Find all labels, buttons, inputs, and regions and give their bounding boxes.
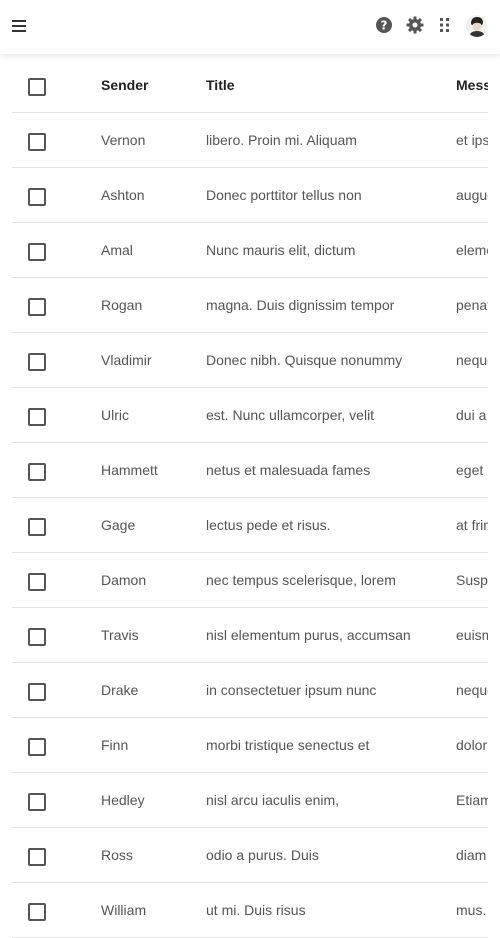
top-app-bar: ? xyxy=(0,0,500,54)
table-row[interactable]: Ross odio a purus. Duis diam xyxy=(12,828,488,883)
row-checkbox[interactable] xyxy=(28,573,46,591)
table-row[interactable]: Travis nisl elementum purus, accumsan euis… xyxy=(12,608,488,663)
table-row[interactable]: Hammett netus et malesuada fames eget xyxy=(12,443,488,498)
title-cell: lectus pede et risus. xyxy=(206,517,331,533)
column-header-sender[interactable]: Sender xyxy=(101,58,201,113)
svg-text:?: ? xyxy=(381,19,388,33)
message-cell: neque xyxy=(456,682,488,698)
sender-cell: Ashton xyxy=(101,187,145,203)
title-cell: in consectetuer ipsum nunc xyxy=(206,682,377,698)
row-checkbox[interactable] xyxy=(28,463,46,481)
row-checkbox[interactable] xyxy=(28,683,46,701)
title-cell: netus et malesuada fames xyxy=(206,462,371,478)
table-row[interactable]: Drake in consectetuer ipsum nunc neque xyxy=(12,663,488,718)
message-cell: augue xyxy=(456,187,488,203)
title-cell: Nunc mauris elit, dictum xyxy=(206,242,356,258)
message-cell: Etiam xyxy=(456,792,488,808)
sender-cell: William xyxy=(101,902,147,918)
message-cell: dui a xyxy=(456,407,487,423)
sender-cell: Ulric xyxy=(101,407,129,423)
table-row[interactable]: Damon nec tempus scelerisque, lorem Suspen… xyxy=(12,553,488,608)
select-all-checkbox[interactable] xyxy=(28,78,46,96)
table-row[interactable]: William ut mi. Duis risus mus. xyxy=(12,883,488,938)
row-checkbox[interactable] xyxy=(28,793,46,811)
sender-cell: Drake xyxy=(101,682,139,698)
row-checkbox[interactable] xyxy=(28,848,46,866)
column-header-title[interactable]: Title xyxy=(206,58,414,113)
title-cell: odio a purus. Duis xyxy=(206,847,319,863)
title-cell: nec tempus scelerisque, lorem xyxy=(206,572,396,588)
row-checkbox[interactable] xyxy=(28,353,46,371)
row-checkbox[interactable] xyxy=(28,243,46,261)
title-cell: nisl arcu iaculis enim, xyxy=(206,792,340,808)
table-row[interactable]: Ashton Donec porttitor tellus non augue xyxy=(12,168,488,223)
message-table: Sender Title Message Vernon libero. Proin… xyxy=(12,58,488,938)
row-checkbox[interactable] xyxy=(28,133,46,151)
sender-cell: Rogan xyxy=(101,297,143,313)
table-row[interactable]: Ulric est. Nunc ullamcorper, velit dui a xyxy=(12,388,488,443)
table-row[interactable]: Hedley nisl arcu iaculis enim, Etiam xyxy=(12,773,488,828)
title-cell: magna. Duis dignissim tempor xyxy=(206,297,395,313)
sender-cell: Damon xyxy=(101,572,147,588)
sender-cell: Ross xyxy=(101,847,133,863)
message-cell: diam xyxy=(456,847,487,863)
row-checkbox[interactable] xyxy=(28,518,46,536)
row-checkbox[interactable] xyxy=(28,408,46,426)
table-row[interactable]: Vladimir Donec nibh. Quisque nonummy neque xyxy=(12,333,488,388)
message-cell: dolor xyxy=(456,737,488,753)
table-header-row: Sender Title Message xyxy=(12,58,488,113)
title-cell: Donec nibh. Quisque nonummy xyxy=(206,352,403,368)
message-cell: mus. xyxy=(456,902,487,918)
row-checkbox[interactable] xyxy=(28,188,46,206)
row-checkbox[interactable] xyxy=(28,738,46,756)
table-row[interactable]: Finn morbi tristique senectus et dolor xyxy=(12,718,488,773)
sender-cell: Hedley xyxy=(101,792,145,808)
title-cell: ut mi. Duis risus xyxy=(206,902,306,918)
apps-grid-icon[interactable] xyxy=(435,15,455,35)
help-icon[interactable]: ? xyxy=(374,15,394,35)
row-checkbox[interactable] xyxy=(28,903,46,921)
sender-cell: Travis xyxy=(101,627,139,643)
title-cell: nisl elementum purus, accumsan xyxy=(206,627,411,643)
table-row[interactable]: Amal Nunc mauris elit, dictum elementum xyxy=(12,223,488,278)
gear-icon[interactable] xyxy=(405,15,425,35)
title-cell: est. Nunc ullamcorper, velit xyxy=(206,407,375,423)
title-cell: Donec porttitor tellus non xyxy=(206,187,362,203)
row-checkbox[interactable] xyxy=(28,628,46,646)
message-cell: neque xyxy=(456,352,488,368)
message-cell: Suspendisse xyxy=(456,572,488,588)
column-header-message[interactable]: Message xyxy=(456,58,488,113)
sender-cell: Vernon xyxy=(101,132,146,148)
message-cell: eget xyxy=(456,462,484,478)
avatar[interactable] xyxy=(466,15,488,37)
sender-cell: Hammett xyxy=(101,462,158,478)
message-cell: at fringilla xyxy=(456,517,488,533)
message-cell: penatibus xyxy=(456,297,488,313)
sender-cell: Finn xyxy=(101,737,129,753)
sender-cell: Amal xyxy=(101,242,133,258)
table-row[interactable]: Vernon libero. Proin mi. Aliquam et ipsum xyxy=(12,113,488,168)
table-row[interactable]: Gage lectus pede et risus. at fringilla xyxy=(12,498,488,553)
message-cell: elementum xyxy=(456,242,488,258)
title-cell: morbi tristique senectus et xyxy=(206,737,370,753)
title-cell: libero. Proin mi. Aliquam xyxy=(206,132,357,148)
message-cell: euismod xyxy=(456,627,488,643)
sender-cell: Gage xyxy=(101,517,136,533)
message-cell: et ipsum xyxy=(456,132,488,148)
sender-cell: Vladimir xyxy=(101,352,152,368)
row-checkbox[interactable] xyxy=(28,298,46,316)
hamburger-menu-icon[interactable] xyxy=(12,19,26,33)
table-row[interactable]: Rogan magna. Duis dignissim tempor penatib… xyxy=(12,278,488,333)
